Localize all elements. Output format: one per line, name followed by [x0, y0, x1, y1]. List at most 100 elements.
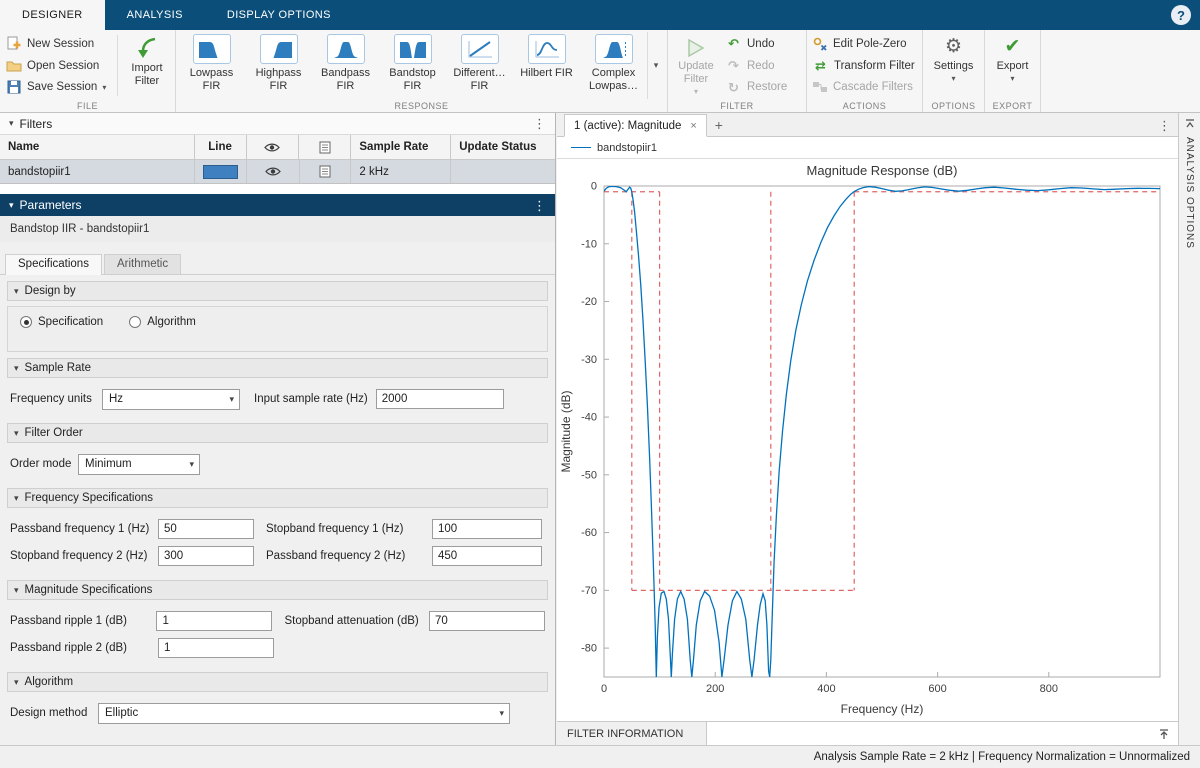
line-color-swatch[interactable]	[203, 165, 238, 179]
ribbon-section-file: New Session Open Session Save Session ▾ …	[0, 30, 176, 112]
stopband-frequency-2-field[interactable]	[158, 546, 254, 566]
viewer-tab-magnitude[interactable]: 1 (active): Magnitude ×	[564, 114, 707, 137]
viewer-tab-label: 1 (active): Magnitude	[574, 120, 681, 132]
section-magnitude-specifications: ▾ Magnitude Specifications Passband ripp…	[7, 580, 548, 666]
save-session-button[interactable]: Save Session ▾	[6, 77, 110, 97]
differentiator-icon	[466, 38, 494, 60]
response-hilbert-fir-button[interactable]: Hilbert FIR	[513, 32, 580, 99]
help-button[interactable]: ?	[1171, 5, 1191, 25]
stopband-frequency-1-field[interactable]	[432, 519, 542, 539]
frequency-units-combo[interactable]: Hz ▾	[102, 389, 240, 410]
redo-button[interactable]: ↷ Redo	[725, 56, 787, 76]
response-differentiator-fir-button[interactable]: Different… FIR	[446, 32, 513, 99]
undo-button[interactable]: ↶ Undo	[725, 34, 787, 54]
hilbert-icon	[533, 38, 561, 60]
cascade-filters-button[interactable]: Cascade Filters	[812, 77, 917, 97]
complex-lowpass-icon	[600, 38, 628, 60]
redo-label: Redo	[747, 60, 775, 72]
response-bandpass-fir-button[interactable]: Bandpass FIR	[312, 32, 379, 99]
legend-label[interactable]: bandstopiir1	[597, 142, 657, 154]
parameters-header: ▾ Parameters ⋮	[0, 194, 555, 216]
magnitude-response-chart: 02004006008000-10-20-30-40-50-60-70-80Ma…	[557, 159, 1178, 721]
edit-pole-zero-button[interactable]: Edit Pole-Zero	[812, 34, 917, 54]
expand-panel-button[interactable]	[1158, 728, 1178, 740]
parameters-menu-icon[interactable]: ⋮	[533, 199, 546, 212]
magnitude-specs-section-header[interactable]: ▾ Magnitude Specifications	[7, 580, 548, 600]
filter-row-bandstopiir1[interactable]: bandstopiir1 2 kHz	[0, 160, 555, 184]
close-icon[interactable]: ×	[690, 120, 696, 132]
response-section-label: RESPONSE	[176, 101, 667, 111]
design-by-section-header[interactable]: ▾ Design by	[7, 281, 548, 301]
stopband-frequency-2-label: Stopband frequency 2 (Hz)	[10, 550, 158, 562]
filter-order-title: Filter Order	[25, 427, 83, 439]
radio-algorithm[interactable]: Algorithm	[129, 316, 196, 328]
filter-sample-rate: 2 kHz	[351, 160, 451, 183]
section-frequency-specifications: ▾ Frequency Specifications Passband freq…	[7, 488, 548, 574]
tab-analysis[interactable]: ANALYSIS	[105, 0, 205, 30]
order-mode-combo[interactable]: Minimum ▾	[78, 454, 200, 475]
filters-list-empty-space	[0, 184, 555, 194]
import-filter-icon	[134, 36, 160, 62]
response-lowpass-fir-button[interactable]: Lowpass FIR	[178, 32, 245, 99]
input-sample-rate-label: Input sample rate (Hz)	[254, 393, 368, 405]
annotation-icon[interactable]	[319, 165, 331, 178]
filter-information-tab[interactable]: FILTER INFORMATION	[557, 722, 707, 745]
svg-text:Magnitude Response (dB): Magnitude Response (dB)	[806, 163, 957, 178]
svg-text:-60: -60	[581, 527, 597, 539]
response-bandstop-fir-button[interactable]: Bandstop FIR	[379, 32, 446, 99]
tab-specifications[interactable]: Specifications	[5, 254, 102, 275]
export-dropdown-icon: ▾	[1010, 74, 1014, 83]
passband-ripple-2-field[interactable]	[158, 638, 274, 658]
import-filter-button[interactable]: Import Filter	[121, 32, 173, 99]
restore-icon: ↻	[725, 81, 742, 94]
radio-selected-icon	[20, 316, 32, 328]
export-label: Export	[990, 60, 1036, 73]
edit-pole-zero-label: Edit Pole-Zero	[833, 38, 907, 50]
column-update-status: Update Status	[451, 135, 555, 159]
transform-filter-button[interactable]: ⇄ Transform Filter	[812, 56, 917, 76]
open-session-button[interactable]: Open Session	[6, 56, 110, 76]
frequency-specs-section-header[interactable]: ▾ Frequency Specifications	[7, 488, 548, 508]
new-session-button[interactable]: New Session	[6, 34, 110, 54]
redo-icon: ↷	[725, 59, 742, 72]
viewer-menu-icon[interactable]: ⋮	[1158, 118, 1171, 134]
passband-ripple-1-field[interactable]	[156, 611, 272, 631]
stopband-attenuation-field[interactable]	[429, 611, 545, 631]
passband-frequency-2-field[interactable]	[432, 546, 542, 566]
analysis-options-strip[interactable]: ANALYSIS OPTIONS	[1178, 113, 1200, 745]
collapse-caret-icon[interactable]: ▾	[9, 200, 14, 211]
settings-button[interactable]: ⚙ Settings ▾	[925, 32, 982, 83]
svg-text:600: 600	[928, 683, 946, 695]
filter-order-section-header[interactable]: ▾ Filter Order	[7, 423, 548, 443]
update-filter-button[interactable]: Update Filter ▾	[670, 32, 722, 99]
response-label: Bandpass FIR	[317, 67, 375, 93]
response-gallery-expand-button[interactable]: ▾	[647, 32, 664, 99]
collapse-caret-icon[interactable]: ▾	[9, 118, 14, 129]
restore-label: Restore	[747, 81, 787, 93]
tab-designer[interactable]: DESIGNER	[0, 0, 105, 30]
restore-button[interactable]: ↻ Restore	[725, 77, 787, 97]
design-method-combo[interactable]: Elliptic ▾	[98, 703, 510, 724]
section-sample-rate: ▾ Sample Rate Frequency units Hz ▾ Input…	[7, 358, 548, 417]
svg-text:-10: -10	[581, 238, 597, 250]
filters-menu-icon[interactable]: ⋮	[533, 117, 546, 130]
add-view-button[interactable]: +	[707, 113, 731, 136]
edit-pole-zero-icon	[812, 36, 828, 52]
radio-specification[interactable]: Specification	[20, 316, 103, 328]
sample-rate-section-header[interactable]: ▾ Sample Rate	[7, 358, 548, 378]
visibility-eye-icon[interactable]	[265, 166, 281, 177]
stopband-attenuation-label: Stopband attenuation (dB)	[284, 615, 429, 627]
response-complex-lowpass-button[interactable]: Complex Lowpas…	[580, 32, 647, 99]
collapse-caret-icon: ▾	[14, 493, 19, 504]
frequency-units-value: Hz	[109, 393, 123, 405]
input-sample-rate-field[interactable]	[376, 389, 504, 409]
collapse-strip-icon[interactable]	[1184, 118, 1196, 130]
response-highpass-fir-button[interactable]: Highpass FIR	[245, 32, 312, 99]
tab-arithmetic[interactable]: Arithmetic	[104, 254, 181, 274]
passband-frequency-1-field[interactable]	[158, 519, 254, 539]
tab-display-options[interactable]: DISPLAY OPTIONS	[205, 0, 353, 30]
chevron-down-icon: ▾	[497, 708, 506, 719]
algorithm-section-header[interactable]: ▾ Algorithm	[7, 672, 548, 692]
response-label: Bandstop FIR	[384, 67, 442, 93]
export-button[interactable]: ✔ Export ▾	[987, 32, 1038, 83]
